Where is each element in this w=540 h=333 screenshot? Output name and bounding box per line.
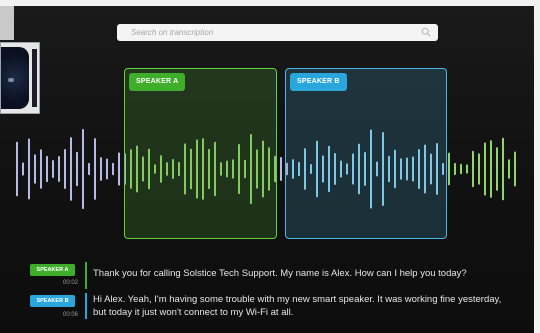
waveform-bar (46, 155, 48, 183)
speaker-badge: SPEAKER B (30, 295, 75, 307)
waveform-bar (502, 137, 504, 201)
search-bar[interactable] (117, 24, 438, 41)
waveform-bar (484, 142, 486, 196)
waveform-bar (22, 162, 24, 176)
waveform-bar (478, 153, 480, 185)
waveform-bar (88, 162, 90, 176)
waveform-bar (448, 152, 450, 186)
search-icon[interactable] (421, 27, 431, 37)
timestamp: 00:02 (62, 280, 78, 286)
transcript-line[interactable]: SPEAKER B 00:06 Hi Alex. Yeah, I'm havin… (0, 292, 540, 322)
transcript-line[interactable]: SPEAKER A 00:02 Thank you for calling So… (0, 262, 540, 292)
waveform-bar (490, 140, 492, 198)
transcript-text: Hi Alex. Yeah, I'm having some trouble w… (93, 294, 502, 318)
timestamp: 00:06 (62, 312, 78, 318)
speaker-badge: SPEAKER A (30, 264, 75, 276)
waveform-bar (64, 148, 66, 190)
waveform-bar (28, 138, 30, 200)
waveform-bar (70, 137, 72, 201)
waveform-bar (280, 156, 282, 182)
waveform-bar (94, 138, 96, 200)
speaker-a-tag: SPEAKER A (129, 73, 186, 91)
transcription-app: SPEAKER A SPEAKER B SPEAKER A 00:02 Than… (0, 0, 540, 333)
speaker-divider (85, 262, 87, 289)
waveform-bar (40, 149, 42, 189)
waveform-bar (58, 155, 60, 183)
waveform-bar (454, 162, 456, 176)
speaker-b-segment[interactable]: SPEAKER B (285, 68, 447, 239)
search-input[interactable] (117, 24, 438, 41)
thumbnail-strip (0, 6, 14, 40)
waveform-bar (466, 164, 468, 174)
speaker-b-tag: SPEAKER B (290, 73, 347, 91)
speaker-divider (85, 293, 87, 319)
waveform-bar (496, 147, 498, 191)
waveform-bar (508, 159, 510, 179)
waveform-bar (82, 128, 84, 210)
waveform-bar (34, 154, 36, 184)
waveform-bar (76, 151, 78, 187)
transcript-text: Thank you for calling Solstice Tech Supp… (93, 268, 467, 279)
waveform-bar (106, 158, 108, 180)
speaker-a-segment[interactable]: SPEAKER A (124, 68, 277, 239)
waveform-bar (16, 141, 18, 197)
waveform-bar (52, 160, 54, 178)
waveform-bar (460, 163, 462, 175)
waveform-bar (472, 150, 474, 188)
waveform-bar (514, 151, 516, 187)
waveform-bar (100, 157, 102, 181)
waveform-bar (118, 152, 120, 186)
top-border (0, 0, 540, 6)
waveform-bar (112, 162, 114, 176)
